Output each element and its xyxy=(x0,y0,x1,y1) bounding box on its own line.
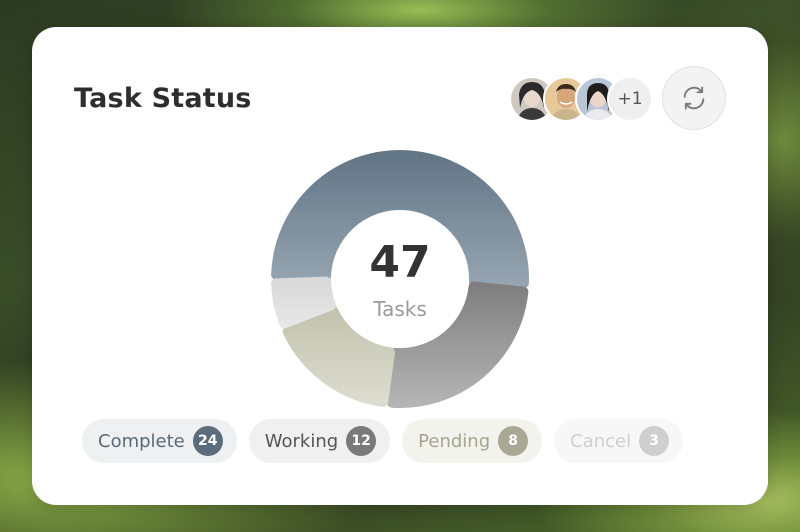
legend-label: Pending xyxy=(418,430,491,452)
status-legend: Complete 24 Working 12 Pending 8 Cancel … xyxy=(82,419,684,463)
legend-count-badge: 3 xyxy=(639,426,670,456)
total-tasks-label: Tasks xyxy=(373,297,427,321)
legend-chip-pending[interactable]: Pending 8 xyxy=(402,419,543,463)
legend-count-badge: 8 xyxy=(498,426,529,456)
task-donut-chart: 47 Tasks xyxy=(268,147,532,411)
legend-chip-cancel[interactable]: Cancel 3 xyxy=(554,419,684,463)
task-status-card: Task Status +1 47 Tasks Complete 24 Work… xyxy=(32,27,768,505)
legend-label: Working xyxy=(264,430,339,452)
legend-label: Cancel xyxy=(570,430,632,452)
donut-slice-pending[interactable] xyxy=(282,305,396,407)
card-title: Task Status xyxy=(74,83,252,114)
legend-chip-working[interactable]: Working 12 xyxy=(248,419,391,463)
refresh-button[interactable] xyxy=(662,66,726,130)
legend-count-badge: 24 xyxy=(192,426,223,456)
avatar-overflow-count[interactable]: +1 xyxy=(607,76,653,122)
total-tasks-count: 47 xyxy=(369,237,431,288)
refresh-icon xyxy=(683,86,705,110)
legend-chip-complete[interactable]: Complete 24 xyxy=(82,419,237,463)
legend-label: Complete xyxy=(98,430,185,452)
legend-count-badge: 12 xyxy=(346,426,377,456)
